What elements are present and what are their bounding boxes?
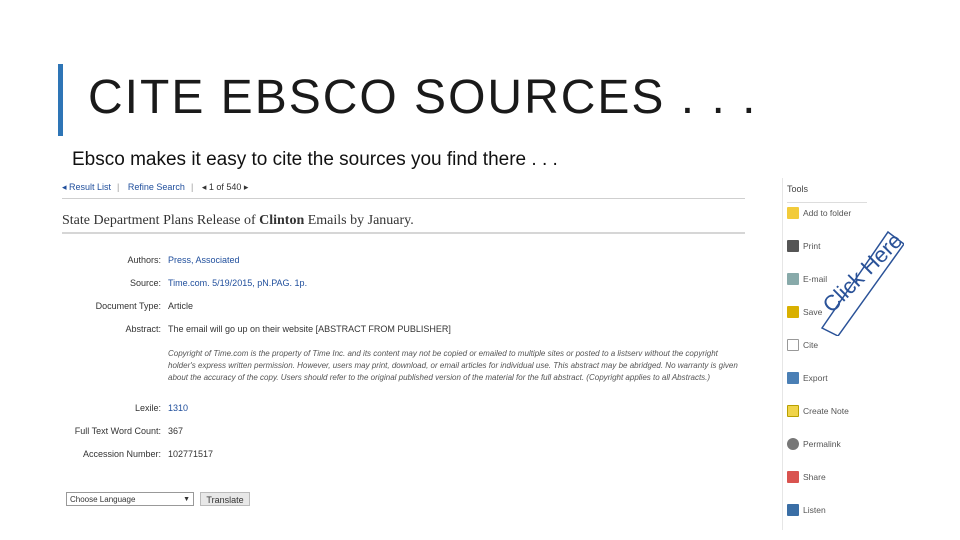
note-icon [787, 405, 799, 417]
ebsco-record-screenshot: ◂ Result List | Refine Search | ◂ 1 of 540… [62, 178, 872, 530]
folder-icon [787, 207, 799, 219]
click-here-callout: Click Here [818, 212, 907, 337]
slide-title: CITE EBSCO SOURCES . . . [88, 71, 758, 124]
result-list-link[interactable]: ◂ Result List [62, 182, 111, 192]
source-link[interactable]: Time.com. 5/19/2015, pN.PAG. 1p. [168, 277, 748, 289]
title-accent-bar [58, 64, 63, 136]
permalink-icon [787, 438, 799, 450]
slide-subtitle: Ebsco makes it easy to cite the sources … [72, 149, 558, 170]
tool-export[interactable]: Export [787, 372, 867, 390]
printer-icon [787, 240, 799, 252]
tool-permalink[interactable]: Permalink [787, 438, 867, 456]
field-label: Lexile: [134, 403, 161, 413]
field-value: Article [168, 301, 194, 311]
field-label: Document Type: [95, 301, 161, 311]
email-icon [787, 273, 799, 285]
listen-icon [787, 504, 799, 516]
chevron-down-icon: ▼ [183, 496, 190, 503]
tool-listen[interactable]: Listen [787, 504, 867, 522]
field-label: Abstract: [125, 324, 161, 334]
tool-cite[interactable]: Cite [787, 339, 867, 357]
share-icon [787, 471, 799, 483]
field-value: The email will go up on their website [A… [168, 324, 451, 334]
tool-create-note[interactable]: Create Note [787, 405, 867, 423]
copyright-notice: Copyright of Time.com is the property of… [168, 349, 738, 382]
field-label: Source: [129, 278, 161, 288]
article-title: State Department Plans Release of Clinto… [62, 213, 414, 228]
save-icon [787, 306, 799, 318]
divider [62, 232, 745, 234]
record-nav: ◂ Result List | Refine Search | ◂ 1 of 540… [62, 182, 249, 192]
field-value: 367 [168, 426, 184, 436]
result-pager[interactable]: ◂ 1 of 540 ▸ [202, 182, 249, 192]
cite-icon [787, 339, 799, 351]
divider [62, 198, 745, 199]
translate-button[interactable]: Translate [200, 492, 250, 506]
language-select[interactable]: Choose Language ▼ [66, 492, 194, 506]
tools-heading: Tools [787, 184, 809, 194]
field-label: Full Text Word Count: [74, 426, 161, 436]
tool-share[interactable]: Share [787, 471, 867, 489]
refine-search-link[interactable]: Refine Search [128, 182, 185, 192]
lexile-link[interactable]: 1310 [168, 402, 748, 414]
divider [787, 202, 867, 203]
export-icon [787, 372, 799, 384]
authors-link[interactable]: Press, Associated [168, 254, 748, 266]
field-label: Authors: [127, 255, 161, 265]
field-value: 102771517 [168, 449, 214, 459]
field-label: Accession Number: [82, 449, 161, 459]
